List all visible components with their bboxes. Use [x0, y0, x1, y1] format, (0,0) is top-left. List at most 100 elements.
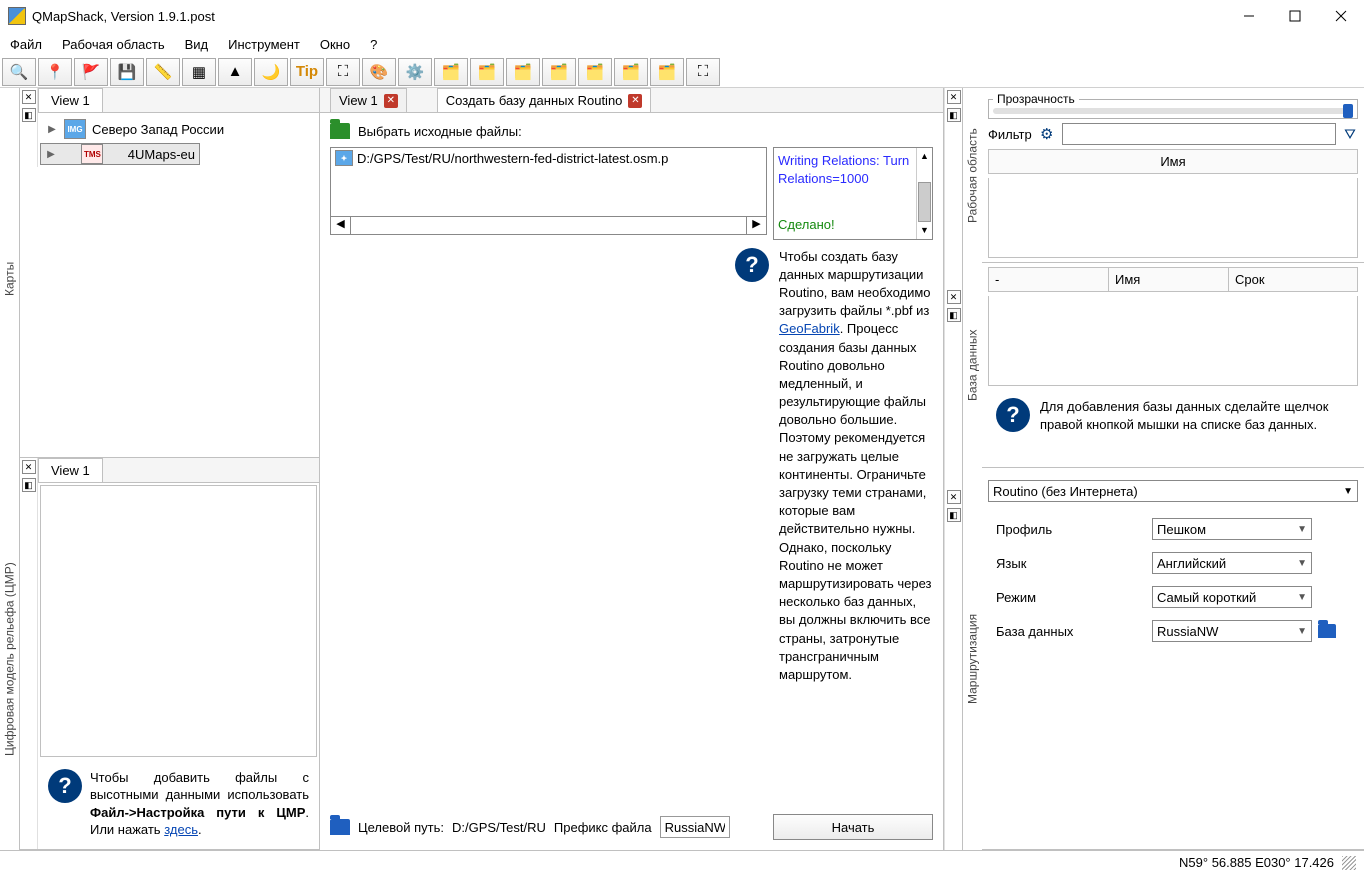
menu-tool[interactable]: Инструмент [228, 37, 300, 52]
close-button[interactable] [1318, 1, 1364, 31]
profile-select[interactable]: Пешком▼ [1152, 518, 1312, 540]
maps-pin-icon[interactable]: ◧ [22, 108, 36, 122]
menu-file[interactable]: Файл [10, 37, 42, 52]
database-select[interactable]: RussiaNW▼ [1152, 620, 1312, 642]
toolbar-gear-icon[interactable]: ⚙️ [398, 58, 432, 86]
dem-close-icon[interactable]: ✕ [22, 460, 36, 474]
toolbar-north-icon[interactable]: ▲ [218, 58, 252, 86]
db-list[interactable] [988, 296, 1358, 386]
log-scroll-down-icon[interactable]: ▼ [917, 223, 932, 239]
left-vertical-tabs: Карты Цифровая модель рельефа (ЦМР) [0, 88, 20, 850]
scroll-left-icon[interactable]: ◀ [331, 217, 351, 234]
expand-icon[interactable]: ▶ [46, 123, 58, 135]
filter-funnel-icon[interactable]: ⛛ [1342, 126, 1358, 142]
rt-pin-icon[interactable]: ◧ [947, 508, 961, 522]
toolbar-stack3-icon[interactable]: 🗂️ [506, 58, 540, 86]
toolbar-palette-icon[interactable]: 🎨 [362, 58, 396, 86]
toolbar-save-icon[interactable]: 💾 [110, 58, 144, 86]
tab-routino-db[interactable]: Создать базу данных Routino ✕ [437, 88, 652, 112]
prefix-input[interactable] [660, 816, 730, 838]
tab-view1[interactable]: View 1 ✕ [330, 88, 407, 112]
toolbar-zoom-icon[interactable]: 🔍 [2, 58, 36, 86]
vtab-database[interactable]: База данных [963, 263, 982, 468]
maximize-button[interactable] [1272, 1, 1318, 31]
dem-pin-icon[interactable]: ◧ [22, 478, 36, 492]
log-scroll-thumb[interactable] [918, 182, 931, 222]
menu-view[interactable]: Вид [185, 37, 209, 52]
language-select[interactable]: Английский▼ [1152, 552, 1312, 574]
dropdown-icon: ▼ [1297, 524, 1307, 535]
transparency-fieldset: Прозрачность [988, 92, 1358, 119]
info-question-icon: ? [735, 248, 769, 282]
dem-hint: ? Чтобы добавить файлы с высотными данны… [38, 759, 319, 849]
toolbar-stack7-icon[interactable]: 🗂️ [650, 58, 684, 86]
toolbar-stack1-icon[interactable]: 🗂️ [434, 58, 468, 86]
rt-close-icon[interactable]: ✕ [947, 490, 961, 504]
tab-view1-close-icon[interactable]: ✕ [384, 94, 398, 108]
menu-workspace[interactable]: Рабочая область [62, 37, 165, 52]
filter-gear-icon[interactable]: ⚙ [1038, 125, 1056, 143]
toolbar-stack4-icon[interactable]: 🗂️ [542, 58, 576, 86]
tab-routino-close-icon[interactable]: ✕ [628, 94, 642, 108]
toolbar-addgps-icon[interactable]: 📍 [38, 58, 72, 86]
ws-close-icon[interactable]: ✕ [947, 90, 961, 104]
db-close-icon[interactable]: ✕ [947, 290, 961, 304]
resize-grip-icon[interactable] [1342, 856, 1356, 870]
select-source-folder-icon[interactable] [330, 123, 350, 139]
toolbar-tip-icon[interactable]: Tip [290, 58, 324, 86]
dem-here-link[interactable]: здесь [164, 822, 198, 837]
database-folder-icon[interactable] [1318, 624, 1336, 638]
mode-value: Самый короткий [1157, 590, 1256, 605]
tms-badge-icon: TMS [81, 144, 103, 164]
question-icon: ? [48, 769, 82, 803]
scroll-right-icon[interactable]: ▶ [746, 217, 766, 234]
toolbar-stack6-icon[interactable]: 🗂️ [614, 58, 648, 86]
log-scrollbar[interactable]: ▲ ▼ [916, 148, 932, 239]
toolbar-minmax-icon[interactable]: ⛶ [326, 58, 360, 86]
start-button[interactable]: Начать [773, 814, 933, 840]
toolbar-stack5-icon[interactable]: 🗂️ [578, 58, 612, 86]
language-label: Язык [996, 556, 1146, 571]
vtab-routing[interactable]: Маршрутизация [963, 468, 982, 850]
workspace-header: Имя [988, 149, 1358, 174]
toolbar-flag-icon[interactable]: 🚩 [74, 58, 108, 86]
filter-input[interactable] [1062, 123, 1336, 145]
geofabrik-link[interactable]: GeoFabrik [779, 321, 840, 336]
maps-view-tab[interactable]: View 1 [38, 88, 103, 112]
col-dash: - [989, 268, 1109, 291]
source-file-item[interactable]: ✦ D:/GPS/Test/RU/northwestern-fed-distri… [331, 148, 766, 168]
toolbar-daynight-icon[interactable]: 🌙 [254, 58, 288, 86]
ws-pin-icon[interactable]: ◧ [947, 108, 961, 122]
map-item-nw-russia[interactable]: ▶ IMG Северо Запад России [40, 115, 317, 143]
menu-help[interactable]: ? [370, 37, 377, 52]
vtab-maps[interactable]: Карты [0, 88, 19, 469]
maps-close-icon[interactable]: ✕ [22, 90, 36, 104]
toolbar-fullscreen-icon[interactable]: ⛶ [686, 58, 720, 86]
center-tabs: View 1 ✕ Создать базу данных Routino ✕ [320, 88, 943, 113]
db-question-icon: ? [996, 398, 1030, 432]
expand-icon[interactable]: ▶ [45, 148, 57, 160]
vtab-dem[interactable]: Цифровая модель рельефа (ЦМР) [0, 469, 19, 850]
target-path-label: Целевой путь: [358, 820, 444, 835]
router-select[interactable]: Routino (без Интернета)▼ [988, 480, 1358, 502]
profile-label: Профиль [996, 522, 1146, 537]
minimize-button[interactable] [1226, 1, 1272, 31]
img-badge-icon: IMG [64, 119, 86, 139]
toolbar-grid-icon[interactable]: ▦ [182, 58, 216, 86]
transparency-slider[interactable] [993, 108, 1353, 114]
toolbar-ruler-icon[interactable]: 📏 [146, 58, 180, 86]
map-item-4umaps[interactable]: ▶ TMS 4UMaps-eu [40, 143, 200, 165]
toolbar-stack2-icon[interactable]: 🗂️ [470, 58, 504, 86]
target-folder-icon[interactable] [330, 819, 350, 835]
vtab-workspace[interactable]: Рабочая область [963, 88, 982, 263]
dem-view-tab[interactable]: View 1 [38, 458, 103, 482]
database-label: База данных [996, 624, 1146, 639]
maps-tree: ▶ IMG Северо Запад России ▶ TMS 4UMaps-e… [38, 113, 319, 167]
file-list-scrollbar[interactable]: ◀ ▶ [330, 217, 767, 235]
menu-window[interactable]: Окно [320, 37, 350, 52]
mode-select[interactable]: Самый короткий▼ [1152, 586, 1312, 608]
db-pin-icon[interactable]: ◧ [947, 308, 961, 322]
log-scroll-up-icon[interactable]: ▲ [917, 148, 932, 164]
source-file-list[interactable]: ✦ D:/GPS/Test/RU/northwestern-fed-distri… [330, 147, 767, 217]
workspace-list[interactable] [988, 178, 1358, 258]
